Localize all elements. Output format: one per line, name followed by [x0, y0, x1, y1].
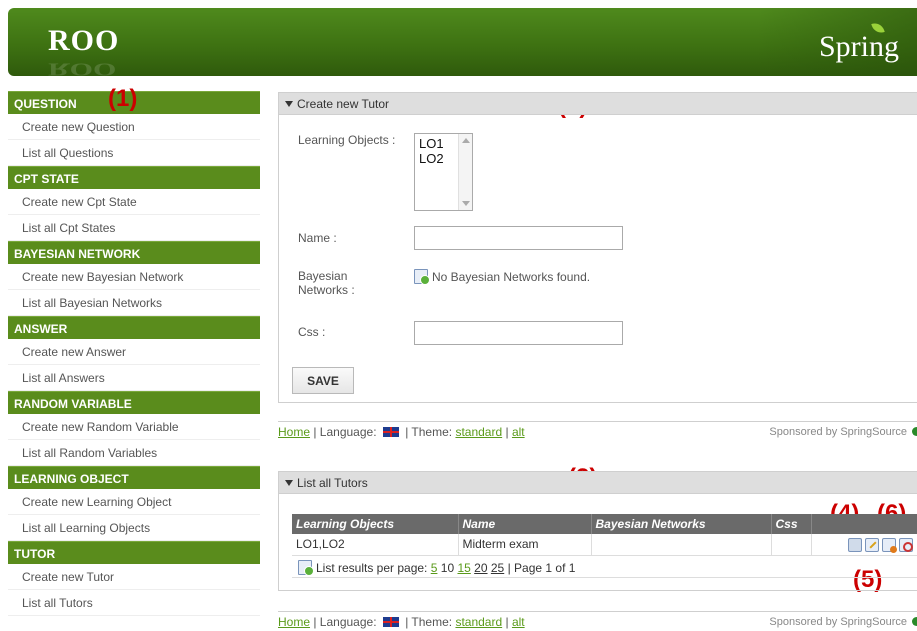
page-size-10: 10	[440, 561, 455, 575]
cell-name: Midterm exam	[458, 534, 592, 556]
show-icon[interactable]	[848, 537, 862, 552]
scroll-up-icon[interactable]	[462, 138, 470, 143]
bayesian-networks-empty: No Bayesian Networks found.	[414, 269, 591, 285]
sidebar-section-random-variable: RANDOM VARIABLE	[8, 391, 260, 414]
actions-header	[811, 514, 917, 534]
app-header: ROO ROO Spring	[8, 8, 917, 76]
theme-alt-link[interactable]: alt	[512, 615, 525, 629]
list-tutors-panel: List all Tutors Learning Objects Name Ba…	[278, 471, 917, 591]
save-button[interactable]: SAVE	[292, 367, 354, 394]
sidebar-item-list-answers[interactable]: List all Answers	[8, 365, 260, 391]
sidebar-item-create-learning-object[interactable]: Create new Learning Object	[8, 489, 260, 515]
spring-logo: Spring	[818, 30, 899, 63]
sidebar-item-list-bayesian-networks[interactable]: List all Bayesian Networks	[8, 290, 260, 316]
theme-alt-link[interactable]: alt	[512, 425, 525, 439]
sidebar-section-learning-object: LEARNING OBJECT	[8, 466, 260, 489]
list-tutors-title: List all Tutors	[297, 476, 368, 490]
pager-prefix: List results per page:	[316, 561, 431, 575]
sidebar-item-list-cpt-states[interactable]: List all Cpt States	[8, 215, 260, 241]
name-input[interactable]	[414, 226, 623, 250]
springsource-logo-icon	[912, 427, 917, 436]
pagination-row: List results per page: 5 10 15 20 25 | P…	[292, 557, 917, 578]
sidebar-item-list-tutors[interactable]: List all Tutors	[8, 590, 260, 616]
learning-objects-select[interactable]: LO1 LO2	[414, 133, 473, 211]
footer-separator: |	[502, 615, 512, 629]
sidebar-section-answer: ANSWER	[8, 316, 260, 339]
scroll-down-icon[interactable]	[462, 201, 470, 206]
cell-learning-objects: LO1,LO2	[292, 534, 459, 556]
footer-language-label: | Language:	[310, 425, 380, 439]
column-header: Learning Objects	[292, 514, 459, 534]
sidebar-item-list-questions[interactable]: List all Questions	[8, 140, 260, 166]
column-header: Name	[458, 514, 592, 534]
page-size-20[interactable]: 20	[474, 561, 487, 575]
name-label: Name :	[298, 231, 337, 245]
roo-logo: ROO	[48, 24, 120, 57]
sidebar-section-cpt-state: CPT STATE	[8, 166, 260, 189]
springsource-logo-icon	[912, 617, 917, 626]
create-tutor-panel-header[interactable]: Create new Tutor	[279, 93, 917, 115]
sponsor-text: Sponsored by SpringSource	[769, 616, 907, 628]
table-header-row: Learning Objects Name Bayesian Networks …	[292, 514, 917, 534]
column-header: Css	[771, 514, 812, 534]
cell-bayesian-networks	[591, 534, 772, 556]
page-size-5[interactable]: 5	[431, 561, 438, 575]
sidebar-item-create-random-variable[interactable]: Create new Random Variable	[8, 414, 260, 440]
cell-css	[771, 534, 812, 556]
theme-standard-link[interactable]: standard	[455, 425, 502, 439]
page-size-25[interactable]: 25	[491, 561, 504, 575]
uk-flag-icon[interactable]	[382, 617, 399, 627]
bayesian-empty-text: No Bayesian Networks found.	[432, 270, 591, 284]
tutors-table: Learning Objects Name Bayesian Networks …	[292, 514, 917, 556]
sponsor-text: Sponsored by SpringSource	[769, 426, 907, 438]
sidebar-item-create-bayesian-network[interactable]: Create new Bayesian Network	[8, 264, 260, 290]
collapse-triangle-icon	[285, 101, 293, 107]
collapse-triangle-icon	[285, 480, 293, 486]
page-info: | Page 1 of 1	[507, 561, 576, 575]
edit-icon[interactable]	[865, 537, 879, 552]
annotation-1: (1)	[108, 85, 138, 112]
home-link[interactable]: Home	[278, 615, 310, 629]
footer-theme-label: | Theme:	[401, 615, 456, 629]
sidebar-item-create-question[interactable]: Create new Question	[8, 114, 260, 140]
home-link[interactable]: Home	[278, 425, 310, 439]
footer-language-label: | Language:	[310, 615, 380, 629]
listbox-scrollbar[interactable]	[458, 134, 472, 210]
sidebar-section-tutor: TUTOR	[8, 541, 260, 564]
sidebar-item-create-tutor[interactable]: Create new Tutor	[8, 564, 260, 590]
uk-flag-icon[interactable]	[382, 427, 399, 437]
sidebar-section-bayesian-network: BAYESIAN NETWORK	[8, 241, 260, 264]
page-footer-bottom: Home | Language: | Theme: standard | alt…	[278, 611, 917, 631]
sidebar-item-list-random-variables[interactable]: List all Random Variables	[8, 440, 260, 466]
sidebar-item-list-learning-objects[interactable]: List all Learning Objects	[8, 515, 260, 541]
learning-objects-label: Learning Objects :	[298, 133, 396, 147]
sidebar-item-create-cpt-state[interactable]: Create new Cpt State	[8, 189, 260, 215]
footer-separator: |	[502, 425, 512, 439]
page-size-15[interactable]: 15	[457, 561, 470, 575]
create-icon[interactable]	[882, 537, 897, 553]
column-header: Bayesian Networks	[591, 514, 772, 534]
sidebar-menu: QUESTION Create new Question List all Qu…	[8, 91, 260, 616]
add-document-icon[interactable]	[414, 269, 430, 285]
add-document-icon[interactable]	[298, 560, 314, 576]
row-actions	[811, 534, 917, 556]
roo-logo-reflection: ROO	[48, 59, 117, 76]
table-row: LO1,LO2 Midterm exam	[292, 534, 917, 556]
footer-theme-label: | Theme:	[401, 425, 456, 439]
page-footer: Home | Language: | Theme: standard | alt…	[278, 421, 917, 441]
css-input[interactable]	[414, 321, 623, 345]
create-tutor-title: Create new Tutor	[297, 97, 390, 111]
list-tutors-panel-header[interactable]: List all Tutors	[279, 472, 917, 494]
bayesian-label-line2: Networks :	[298, 283, 355, 297]
delete-icon[interactable]	[899, 537, 913, 552]
bayesian-networks-label: Bayesian Networks :	[298, 269, 355, 297]
bayesian-label-line1: Bayesian	[298, 269, 348, 283]
sidebar-item-create-answer[interactable]: Create new Answer	[8, 339, 260, 365]
css-label: Css :	[298, 325, 326, 339]
create-tutor-panel: Create new Tutor Learning Objects : LO1 …	[278, 92, 917, 403]
theme-standard-link[interactable]: standard	[455, 615, 502, 629]
